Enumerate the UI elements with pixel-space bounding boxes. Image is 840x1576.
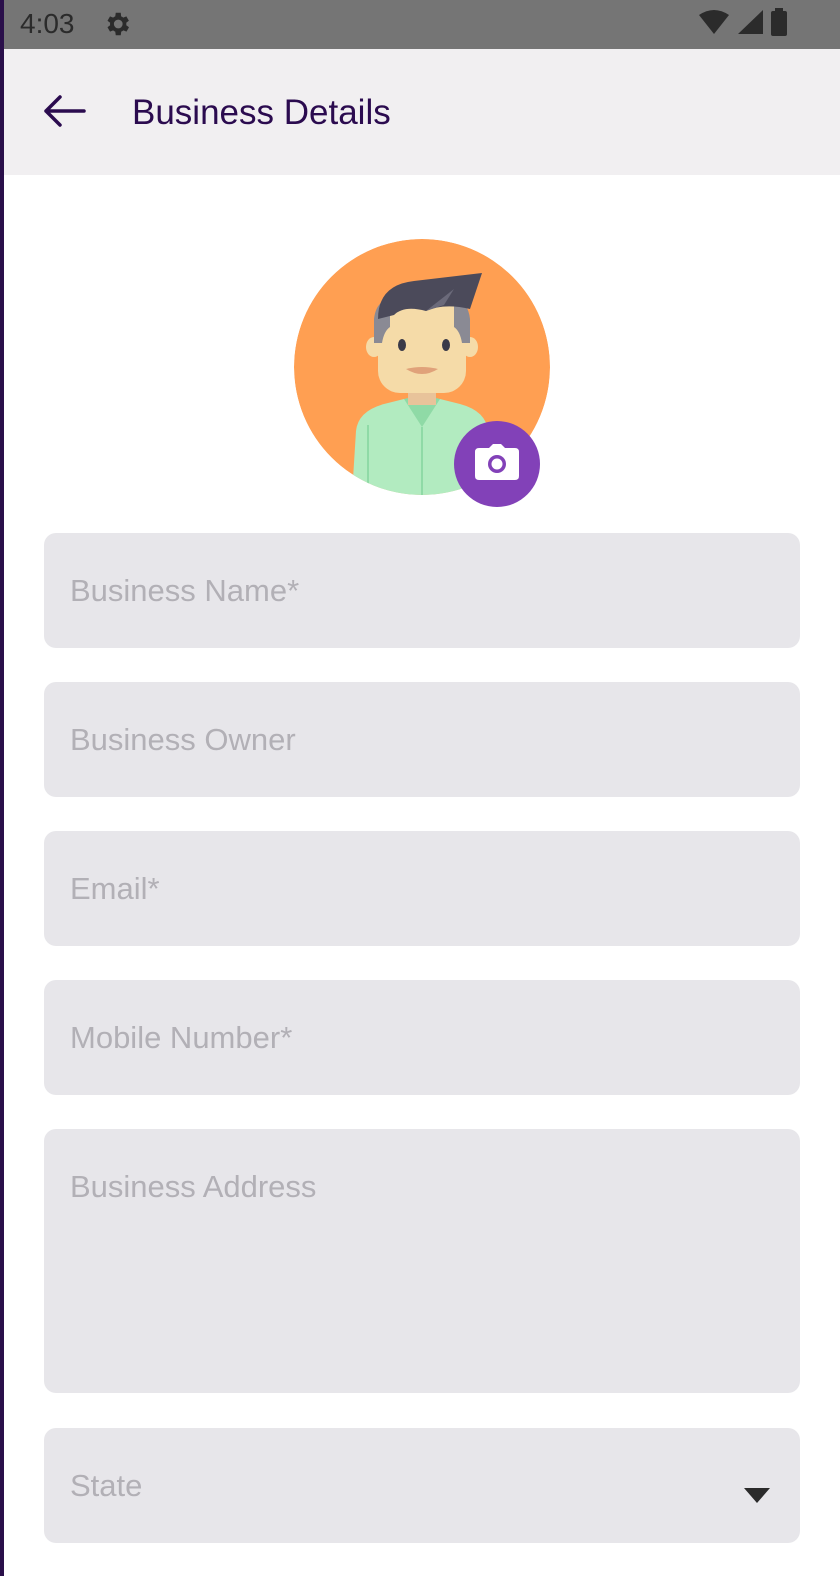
business-owner-field[interactable]: Business Owner [44, 682, 800, 797]
state-dropdown[interactable]: State [44, 1428, 800, 1543]
page-title: Business Details [132, 93, 391, 132]
business-owner-placeholder: Business Owner [70, 722, 296, 757]
app-bar: Business Details [4, 49, 840, 175]
wifi-icon [698, 9, 730, 40]
business-address-field[interactable]: Business Address [44, 1129, 800, 1393]
business-address-placeholder: Business Address [70, 1169, 317, 1204]
business-details-screen: 4:03 Business Details Business Name* Bus… [4, 0, 840, 1576]
status-bar: 4:03 [4, 0, 840, 49]
email-field[interactable]: Email* [44, 831, 800, 946]
mobile-number-field[interactable]: Mobile Number* [44, 980, 800, 1095]
battery-icon [770, 7, 788, 41]
change-photo-button[interactable] [454, 421, 540, 507]
business-name-field[interactable]: Business Name* [44, 533, 800, 648]
business-name-placeholder: Business Name* [70, 573, 300, 608]
camera-icon [475, 443, 519, 485]
state-placeholder: State [70, 1468, 143, 1503]
dropdown-arrow-icon [744, 1476, 770, 1503]
status-icons [698, 7, 788, 41]
arrow-left-icon [42, 93, 86, 134]
settings-icon [102, 9, 132, 39]
email-placeholder: Email* [70, 871, 160, 906]
mobile-number-placeholder: Mobile Number* [70, 1020, 293, 1055]
signal-icon [736, 9, 764, 40]
status-time: 4:03 [20, 8, 75, 39]
avatar-container [294, 239, 550, 507]
back-button[interactable] [34, 83, 94, 143]
